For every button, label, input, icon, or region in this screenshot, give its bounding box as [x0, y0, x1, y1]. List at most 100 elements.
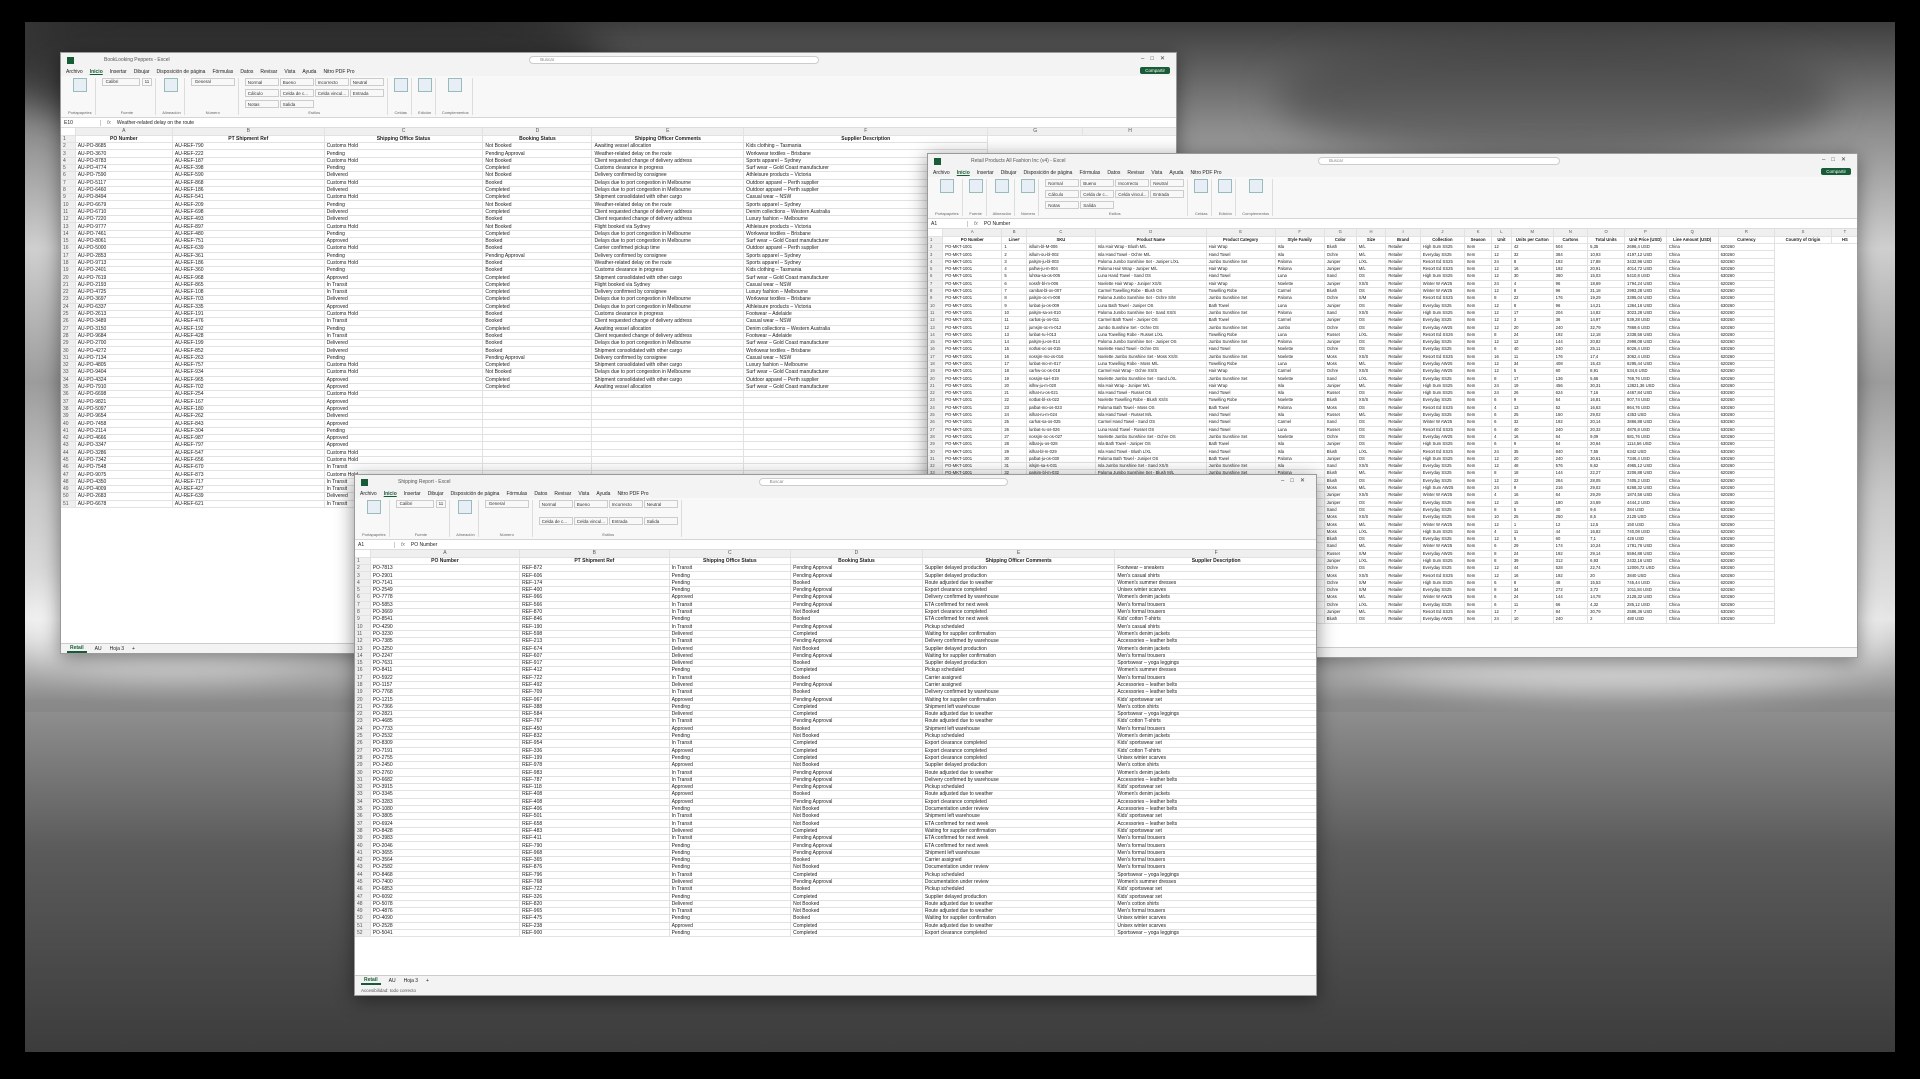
table-cell[interactable]: REF-199: [519, 754, 670, 763]
table-cell[interactable]: PO-MKT-1001: [942, 374, 1003, 383]
table-cell[interactable]: AU-PO-7590: [75, 171, 173, 180]
title-bar[interactable]: Shipping Report - Excel Buscar –□✕: [355, 475, 1316, 489]
table-cell[interactable]: PO-2247: [370, 652, 521, 660]
table-cell[interactable]: 48: [1511, 462, 1554, 471]
ribbon-tab-revisar[interactable]: Revisar: [260, 69, 277, 75]
table-cell[interactable]: AU-REF-868: [172, 179, 325, 187]
table-cell[interactable]: PO-MKT-1001: [942, 396, 1003, 405]
table-cell[interactable]: [591, 427, 745, 435]
table-cell[interactable]: PO-MKT-1001: [942, 258, 1003, 267]
table-cell[interactable]: PO-MKT-1001: [942, 462, 1003, 471]
table-cell[interactable]: Item: [1464, 309, 1493, 318]
table-cell[interactable]: Isla Hand Towel - Ochre M/L: [1095, 250, 1207, 259]
table-cell[interactable]: Retailer: [1385, 440, 1421, 449]
table-cell[interactable]: Completed: [482, 273, 593, 282]
alineaci-n-icon[interactable]: [458, 500, 473, 514]
ribbon-tab-inicio[interactable]: Inicio: [90, 69, 103, 75]
table-cell[interactable]: Paloma: [1275, 309, 1325, 318]
table-cell[interactable]: Booked: [482, 244, 593, 253]
ribbon-tab-nitro-pdf-pro[interactable]: Nitro PDF Pro: [617, 491, 648, 497]
ribbon-tab-disposici-n-de-p-gina[interactable]: Disposición de página: [157, 69, 206, 75]
row-number[interactable]: 9: [355, 615, 371, 624]
row-number[interactable]: 21: [355, 703, 371, 712]
table-cell[interactable]: 22,27: [1587, 469, 1626, 478]
table-row[interactable]: 17 PO-MKT-1001 16 nossjm-mo-xs-016 Noelette …: [928, 353, 1857, 361]
table-cell[interactable]: Accessories – leather belts: [1114, 798, 1316, 806]
table-cell[interactable]: Booked: [790, 856, 923, 865]
table-cell[interactable]: Everyday SS25: [1420, 316, 1466, 325]
table-cell[interactable]: PO-7631: [370, 659, 521, 668]
table-cell[interactable]: Pending: [669, 579, 792, 588]
table-cell[interactable]: PO-4876: [370, 907, 521, 916]
table-cell[interactable]: 3432,96 USD: [1624, 258, 1667, 267]
row-number[interactable]: 1: [928, 236, 944, 245]
table-cell[interactable]: PO-MKT-1001: [942, 367, 1003, 376]
row-number[interactable]: 27: [61, 325, 76, 333]
table-cell[interactable]: Unisex winter scarves: [1114, 922, 1316, 930]
table-cell[interactable]: REF-983: [519, 768, 670, 777]
table-cell[interactable]: [482, 434, 593, 443]
column-letter[interactable]: A: [75, 128, 173, 136]
row-number[interactable]: 44: [355, 871, 371, 879]
table-cell[interactable]: REF-492: [519, 681, 670, 690]
row-number[interactable]: 22: [928, 389, 944, 398]
row-number[interactable]: 46: [355, 885, 371, 894]
table-cell[interactable]: 8: [1511, 301, 1554, 310]
table-cell[interactable]: Pending Approval: [790, 834, 923, 843]
table-cell[interactable]: 620260: [1718, 542, 1776, 551]
formula-input[interactable]: Weather-related delay on the route: [117, 120, 194, 126]
table-cell[interactable]: China: [1666, 345, 1719, 354]
table-cell[interactable]: Blush: [1324, 243, 1357, 252]
row-number[interactable]: 5: [61, 164, 76, 173]
table-cell[interactable]: Retailer: [1385, 491, 1421, 500]
ribbon-tab-f-rmulas[interactable]: Fórmulas: [212, 69, 233, 75]
portapapeles-icon[interactable]: [72, 78, 87, 92]
table-cell[interactable]: 20,14: [1587, 418, 1626, 427]
table-cell[interactable]: Completed: [482, 208, 593, 217]
table-cell[interactable]: China: [1666, 338, 1719, 347]
table-cell[interactable]: 17: [1001, 360, 1027, 369]
table-row[interactable]: 24 PO-MKT-1001 23 palbat-mo-os-023 Paloma Ba…: [928, 404, 1857, 412]
table-cell[interactable]: L/XL: [1356, 447, 1387, 456]
table-cell[interactable]: 2338,56 USD: [1624, 331, 1667, 339]
table-cell[interactable]: Luna: [1275, 360, 1325, 369]
table-cell[interactable]: [482, 463, 593, 472]
table-cell[interactable]: PO-3564: [370, 856, 521, 865]
table-cell[interactable]: AU-REF-199: [172, 339, 325, 348]
table-cell[interactable]: AU-PO-7619: [75, 273, 173, 282]
column-header[interactable]: Shipping Office Status: [324, 135, 484, 144]
table-cell[interactable]: Item: [1464, 426, 1493, 434]
table-row[interactable]: 9 PO-8541 REF-846 Pending Booked ETA confirme…: [355, 615, 1316, 624]
table-cell[interactable]: Men's cotton shirts: [1114, 703, 1316, 712]
table-cell[interactable]: 64: [1553, 491, 1589, 500]
row-number[interactable]: 41: [355, 849, 371, 857]
table-cell[interactable]: 6: [1491, 601, 1512, 609]
column-letter[interactable]: B: [519, 550, 670, 558]
table-cell[interactable]: Approved: [324, 376, 484, 384]
table-cell[interactable]: 40: [1511, 345, 1554, 354]
table-cell[interactable]: Retailer: [1385, 345, 1421, 354]
table-cell[interactable]: 5: [1001, 272, 1027, 281]
table-cell[interactable]: Retailer: [1385, 447, 1421, 456]
table-cell[interactable]: Retailer: [1385, 396, 1421, 405]
table-cell[interactable]: AU-PO-9654: [75, 412, 173, 421]
table-cell[interactable]: 96: [1553, 280, 1589, 288]
table-cell[interactable]: 620260: [1718, 571, 1776, 580]
table-row[interactable]: 30 PO-2760 REF-983 In Transit Pending Approv…: [355, 768, 1316, 777]
table-cell[interactable]: AU-PO-7458: [75, 419, 173, 428]
table-cell[interactable]: Booked: [790, 674, 923, 682]
formula-bar[interactable]: E10 fx Weather-related delay on the rout…: [61, 118, 1176, 128]
table-cell[interactable]: Unisex winter scarves: [1114, 754, 1316, 763]
table-cell[interactable]: carhat-sa-os-025: [1026, 418, 1096, 427]
table-cell[interactable]: 39: [1511, 557, 1554, 566]
cell-style-option[interactable]: Salida: [279, 100, 314, 108]
table-cell[interactable]: 144: [1553, 338, 1589, 347]
table-cell[interactable]: 12: [1491, 360, 1512, 369]
table-cell[interactable]: 12: [1491, 309, 1512, 318]
table-cell[interactable]: REF-967: [519, 695, 670, 704]
table-cell[interactable]: High Sum SS25: [1420, 440, 1466, 449]
row-number[interactable]: 20: [61, 273, 76, 282]
table-cell[interactable]: 96: [1553, 301, 1589, 310]
table-cell[interactable]: 1781,76 USD: [1624, 542, 1667, 551]
table-cell[interactable]: Approved: [669, 783, 792, 792]
